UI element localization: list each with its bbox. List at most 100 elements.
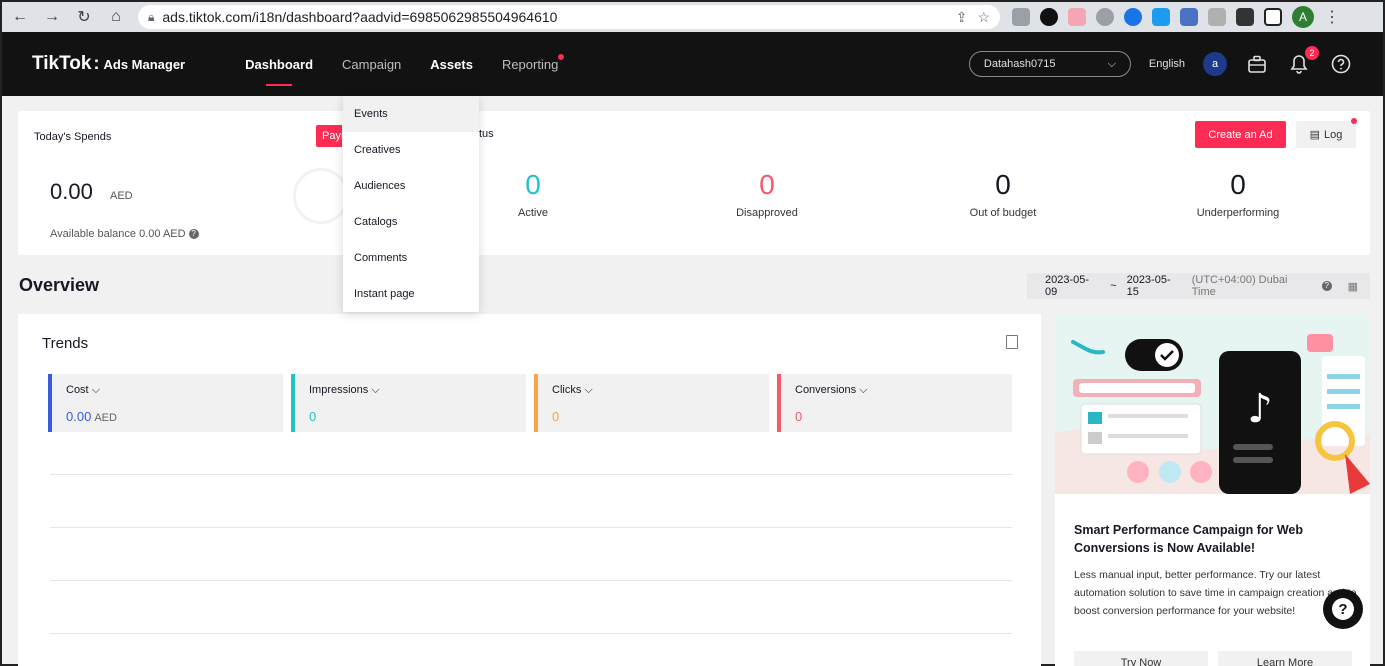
- dropdown-item-instant-page[interactable]: Instant page: [343, 276, 479, 312]
- metric-impressions-value: 0: [309, 409, 317, 424]
- account-select[interactable]: Datahash0715 ⌵: [968, 51, 1131, 77]
- language-select[interactable]: English: [1149, 58, 1185, 70]
- reload-icon[interactable]: ↻: [74, 7, 94, 27]
- stat-out-of-budget[interactable]: 0 Out of budget: [943, 169, 1063, 219]
- dropdown-item-audiences[interactable]: Audiences: [343, 168, 479, 204]
- metric-clicks-label-text: Clicks: [552, 384, 582, 396]
- stat-active[interactable]: 0 Active: [473, 169, 593, 219]
- tiktok-logo[interactable]: TikTok : Ads Manager: [32, 53, 185, 75]
- metric-cost[interactable]: Cost ⌵ 0.00 AED: [48, 374, 283, 432]
- nav-assets[interactable]: Assets: [430, 51, 473, 78]
- logo-product: Ads Manager: [103, 57, 186, 72]
- app-header: TikTok : Ads Manager Dashboard Campaign …: [2, 32, 1383, 96]
- chevron-down-icon: ⌵: [859, 384, 868, 396]
- briefcase-icon[interactable]: [1245, 52, 1269, 76]
- stat-disapproved-value: 0: [759, 169, 775, 200]
- side-panel-icon[interactable]: [1264, 8, 1282, 26]
- learn-more-button[interactable]: Learn More: [1218, 651, 1352, 666]
- user-avatar[interactable]: a: [1203, 52, 1227, 76]
- lock-icon: 🔒︎: [148, 9, 155, 24]
- url-text: ads.tiktok.com/i18n/dashboard?aadvid=698…: [162, 9, 558, 25]
- chevron-down-icon: ⌵: [584, 384, 593, 396]
- share-icon[interactable]: ⇪: [956, 9, 968, 26]
- dropdown-item-creatives[interactable]: Creatives: [343, 132, 479, 168]
- date-start: 2023-05-09: [1045, 274, 1090, 298]
- metric-cost-value: 0.00 AED: [66, 409, 117, 424]
- floating-help-button[interactable]: ?: [1323, 589, 1363, 629]
- date-separator: ~: [1110, 280, 1117, 292]
- available-balance: Available balance 0.00 AED ?: [50, 228, 199, 240]
- extensions-puzzle-icon[interactable]: [1236, 8, 1254, 26]
- stat-underperforming[interactable]: 0 Underperforming: [1178, 169, 1298, 219]
- nav-reporting[interactable]: Reporting: [501, 51, 565, 78]
- metric-impressions-label: Impressions ⌵: [309, 384, 380, 397]
- metric-cost-unit: AED: [94, 412, 117, 424]
- metric-impressions[interactable]: Impressions ⌵ 0: [291, 374, 526, 432]
- star-icon[interactable]: ☆: [977, 9, 990, 26]
- log-button[interactable]: ▤ Log: [1296, 121, 1356, 148]
- nav-campaign[interactable]: Campaign: [342, 51, 401, 78]
- create-ad-button[interactable]: Create an Ad: [1195, 121, 1286, 148]
- spend-ring-chart: [293, 168, 349, 224]
- spends-unit: AED: [110, 190, 133, 202]
- calendar-icon[interactable]: ▦: [1348, 280, 1358, 293]
- account-name: Datahash0715: [983, 58, 1056, 70]
- extension-twitter-icon[interactable]: [1152, 8, 1170, 26]
- metric-impressions-label-text: Impressions: [309, 384, 369, 396]
- extension-code-icon[interactable]: [1012, 8, 1030, 26]
- extension-link-icon[interactable]: [1068, 8, 1086, 26]
- overview-title: Overview: [19, 275, 100, 295]
- extension-eye-icon[interactable]: [1124, 8, 1142, 26]
- metric-clicks[interactable]: Clicks ⌵ 0: [534, 374, 769, 432]
- browser-profile-avatar[interactable]: A: [1292, 6, 1314, 28]
- dropdown-item-comments[interactable]: Comments: [343, 240, 479, 276]
- logo-brand: TikTok: [32, 53, 92, 74]
- document-icon: ▤: [1309, 129, 1321, 141]
- chart-gridline: [50, 633, 1012, 634]
- payment-button[interactable]: Paym: [316, 125, 342, 147]
- bell-icon[interactable]: 2: [1287, 46, 1319, 76]
- status-card: Today's Spends 0.00 AED Available balanc…: [18, 111, 1370, 255]
- browser-menu-icon[interactable]: ⋮: [1324, 7, 1340, 27]
- assets-dropdown: Events Creatives Audiences Catalogs Comm…: [343, 96, 479, 312]
- extension-translate-icon[interactable]: [1180, 8, 1198, 26]
- question-icon[interactable]: ?: [188, 229, 199, 240]
- trends-title: Trends: [42, 335, 89, 352]
- chevron-down-icon: ⌵: [1107, 57, 1116, 70]
- available-balance-text: Available balance 0.00 AED: [50, 228, 186, 240]
- forward-icon[interactable]: →: [42, 7, 62, 27]
- export-icon[interactable]: [1006, 335, 1018, 349]
- try-now-button[interactable]: Try Now: [1074, 651, 1208, 666]
- promo-illustration: ♪: [1055, 314, 1370, 494]
- dropdown-item-events[interactable]: Events: [343, 96, 479, 132]
- address-bar[interactable]: 🔒︎ ads.tiktok.com/i18n/dashboard?aadvid=…: [138, 5, 1000, 29]
- stat-underperforming-label: Underperforming: [1196, 207, 1280, 219]
- reporting-dot: [558, 53, 565, 60]
- extension-globe-icon[interactable]: [1096, 8, 1114, 26]
- stat-disapproved-label: Disapproved: [736, 207, 798, 219]
- extension-ghost-icon[interactable]: [1040, 8, 1058, 26]
- dropdown-item-catalogs[interactable]: Catalogs: [343, 204, 479, 240]
- metric-conversions-label: Conversions ⌵: [795, 384, 868, 397]
- stat-underperforming-value: 0: [1230, 169, 1246, 200]
- chevron-down-icon: ⌵: [91, 384, 101, 396]
- stat-out-of-budget-value: 0: [995, 169, 1011, 200]
- back-icon[interactable]: ←: [10, 7, 30, 27]
- chart-gridline: [50, 580, 1012, 581]
- timezone-question-icon[interactable]: ?: [1321, 281, 1332, 291]
- question-icon: ?: [1332, 598, 1354, 620]
- metric-cost-label-text: Cost: [66, 384, 89, 396]
- nav-dashboard[interactable]: Dashboard: [245, 51, 313, 78]
- date-range-picker[interactable]: 2023-05-09 ~ 2023-05-15 (UTC+04:00) Duba…: [1027, 273, 1370, 299]
- help-icon[interactable]: [1329, 52, 1353, 76]
- browser-toolbar: ← → ↻ ⌂ 🔒︎ ads.tiktok.com/i18n/dashboard…: [2, 2, 1383, 32]
- metric-conversions[interactable]: Conversions ⌵ 0: [777, 374, 1012, 432]
- svg-text:♪: ♪: [1247, 386, 1273, 432]
- nav-reporting-label: Reporting: [501, 56, 559, 72]
- chart-gridline: [50, 527, 1012, 528]
- stat-disapproved[interactable]: 0 Disapproved: [707, 169, 827, 219]
- log-button-label: Log: [1324, 128, 1343, 141]
- date-end: 2023-05-15: [1126, 274, 1171, 298]
- home-icon[interactable]: ⌂: [106, 7, 126, 27]
- extension-image-icon[interactable]: [1208, 8, 1226, 26]
